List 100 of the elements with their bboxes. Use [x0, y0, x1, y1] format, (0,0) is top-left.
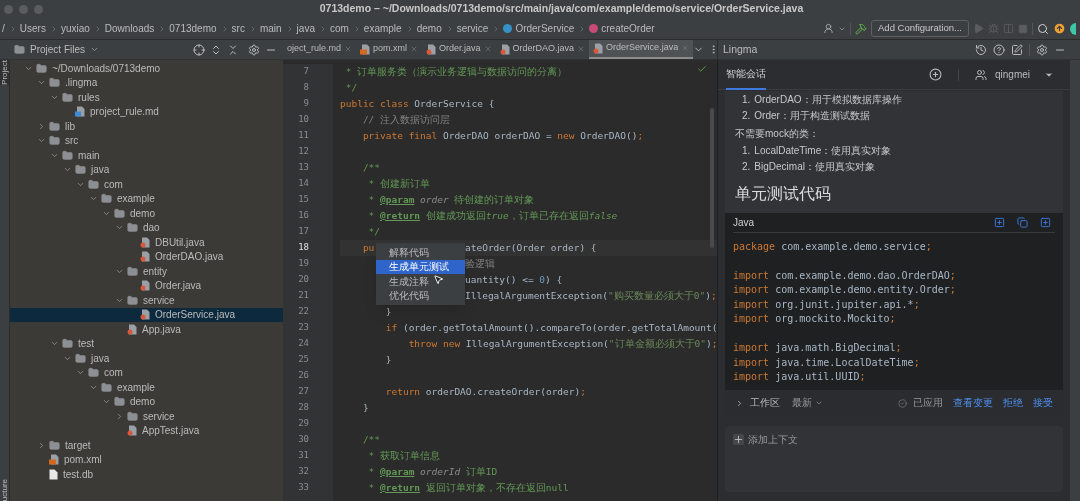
tree-item[interactable]: demo — [10, 394, 283, 409]
tree-item[interactable]: example — [10, 191, 283, 206]
user-name[interactable]: qingmei — [994, 67, 1030, 82]
tree-item[interactable]: AppTest.java — [10, 423, 283, 438]
tree-item[interactable]: ~/Downloads/0713demo — [10, 61, 283, 76]
tree-item[interactable]: com — [10, 177, 283, 192]
window-minimize-button[interactable] — [19, 4, 28, 14]
breadcrumb-item[interactable]: createOrder — [601, 21, 655, 36]
editor-tab[interactable]: oject_rule.md — [283, 40, 357, 59]
editor-tab[interactable]: Order.java — [422, 40, 496, 59]
breadcrumb-item[interactable]: service — [456, 21, 489, 36]
tree-item[interactable]: java — [10, 351, 283, 366]
close-icon[interactable] — [483, 45, 492, 53]
tree-item[interactable]: DBUtil.java — [10, 235, 283, 250]
plugin-logo-icon[interactable] — [1070, 22, 1076, 35]
no-problems-icon — [697, 64, 707, 74]
run-icon[interactable] — [973, 23, 984, 34]
chevron-right-icon[interactable] — [115, 411, 124, 421]
menu-item[interactable]: 优化代码 — [376, 288, 465, 303]
tree-item[interactable]: service — [10, 409, 283, 424]
tree-item[interactable]: .lingma — [10, 75, 283, 90]
tree-item[interactable]: com — [10, 365, 283, 380]
insert-code-icon[interactable] — [994, 217, 1005, 228]
tree-item[interactable]: rules — [10, 90, 283, 105]
tree-item[interactable]: App.java — [10, 322, 283, 337]
breadcrumb-item[interactable]: yuxiao — [60, 21, 90, 36]
add-context-button[interactable]: 添加上下文 — [733, 432, 798, 447]
window-zoom-button[interactable] — [34, 4, 43, 14]
tree-item[interactable]: project_rule.md — [10, 104, 283, 119]
tree-item[interactable]: pom.xml — [10, 452, 283, 467]
breadcrumb-item[interactable]: demo — [416, 21, 442, 36]
tree-item[interactable]: Order.java — [10, 278, 283, 293]
breadcrumb-item[interactable]: example — [363, 21, 402, 36]
update-icon[interactable] — [1053, 22, 1066, 35]
panel-title[interactable]: Project Files — [30, 42, 85, 57]
hammer-icon[interactable] — [855, 22, 867, 35]
tree-item[interactable]: main — [10, 148, 283, 163]
tree-item[interactable]: demo — [10, 206, 283, 221]
collapse-all-icon[interactable] — [227, 43, 239, 56]
action-link[interactable]: 接受 — [1033, 395, 1053, 411]
tree-item[interactable]: test.db — [10, 467, 283, 482]
tree-item[interactable]: service — [10, 293, 283, 308]
copy-icon[interactable] — [1017, 217, 1028, 228]
user-icon[interactable] — [823, 23, 834, 34]
settings-icon[interactable] — [1036, 43, 1048, 56]
coverage-icon[interactable] — [1003, 23, 1014, 34]
settings-icon[interactable] — [248, 43, 260, 56]
tool-window-tab[interactable]: ucture — [0, 478, 9, 501]
tree-item[interactable]: dao — [10, 220, 283, 235]
editor-tab[interactable]: pom.xml — [356, 40, 423, 59]
help-icon[interactable] — [993, 43, 1005, 56]
chat-tab[interactable]: 智能会话 — [726, 59, 766, 90]
add-configuration-button[interactable]: Add Configuration... — [871, 20, 969, 37]
chevron-right-icon[interactable] — [37, 440, 46, 450]
tree-item[interactable]: lib — [10, 119, 283, 134]
locate-icon[interactable] — [193, 43, 205, 56]
editor-tab[interactable]: OrderService.java — [589, 40, 694, 59]
tree-item[interactable]: java — [10, 162, 283, 177]
close-icon[interactable] — [577, 45, 586, 53]
tree-item[interactable]: entity — [10, 264, 283, 279]
new-chat-icon[interactable] — [928, 68, 942, 81]
tree-item[interactable]: test — [10, 336, 283, 351]
menu-item[interactable]: 生成单元测试 — [376, 259, 465, 274]
breadcrumb-item[interactable]: main — [259, 21, 282, 36]
breadcrumb-item[interactable]: / — [2, 21, 5, 36]
window-close-button[interactable] — [4, 4, 13, 14]
close-icon[interactable] — [344, 45, 353, 53]
breadcrumb-item[interactable]: OrderService — [515, 21, 575, 36]
expand-all-icon[interactable] — [210, 43, 222, 56]
breadcrumb-item[interactable]: com — [329, 21, 349, 36]
edit-icon[interactable] — [1011, 43, 1023, 56]
stop-icon[interactable] — [1018, 23, 1028, 34]
search-icon[interactable] — [1037, 22, 1049, 35]
close-icon[interactable] — [410, 45, 419, 53]
action-link[interactable]: 拒绝 — [1003, 395, 1023, 411]
breadcrumb-item[interactable]: java — [296, 21, 315, 36]
tree-item[interactable]: src — [10, 133, 283, 148]
breadcrumb-item[interactable]: Users — [19, 21, 46, 36]
history-icon[interactable] — [975, 43, 987, 56]
breadcrumb-item[interactable]: src — [231, 21, 245, 36]
tree-item[interactable]: example — [10, 380, 283, 395]
menu-item[interactable]: 解释代码 — [376, 245, 465, 260]
action-link[interactable]: 查看变更 — [953, 395, 993, 411]
breadcrumb-item[interactable]: Downloads — [104, 21, 155, 36]
java-file-icon — [140, 251, 150, 263]
version-dropdown[interactable]: 最新 — [792, 395, 823, 411]
chevron-right-icon[interactable] — [37, 121, 46, 131]
breadcrumb-item[interactable]: 0713demo — [169, 21, 217, 36]
editor-tab[interactable]: OrderDAO.java — [495, 40, 590, 59]
tree-item[interactable]: OrderDAO.java — [10, 249, 283, 264]
line-number: 17 — [298, 225, 309, 239]
close-icon[interactable] — [681, 44, 690, 52]
tree-item[interactable]: OrderService.java — [10, 307, 283, 322]
menu-item[interactable]: 生成注释 — [376, 274, 465, 289]
new-file-icon[interactable] — [1040, 217, 1051, 228]
user-icon[interactable] — [974, 68, 987, 81]
expand-icon[interactable] — [735, 398, 744, 408]
tree-item[interactable]: target — [10, 438, 283, 453]
debug-icon[interactable] — [988, 23, 999, 34]
caret-icon[interactable] — [90, 45, 99, 54]
